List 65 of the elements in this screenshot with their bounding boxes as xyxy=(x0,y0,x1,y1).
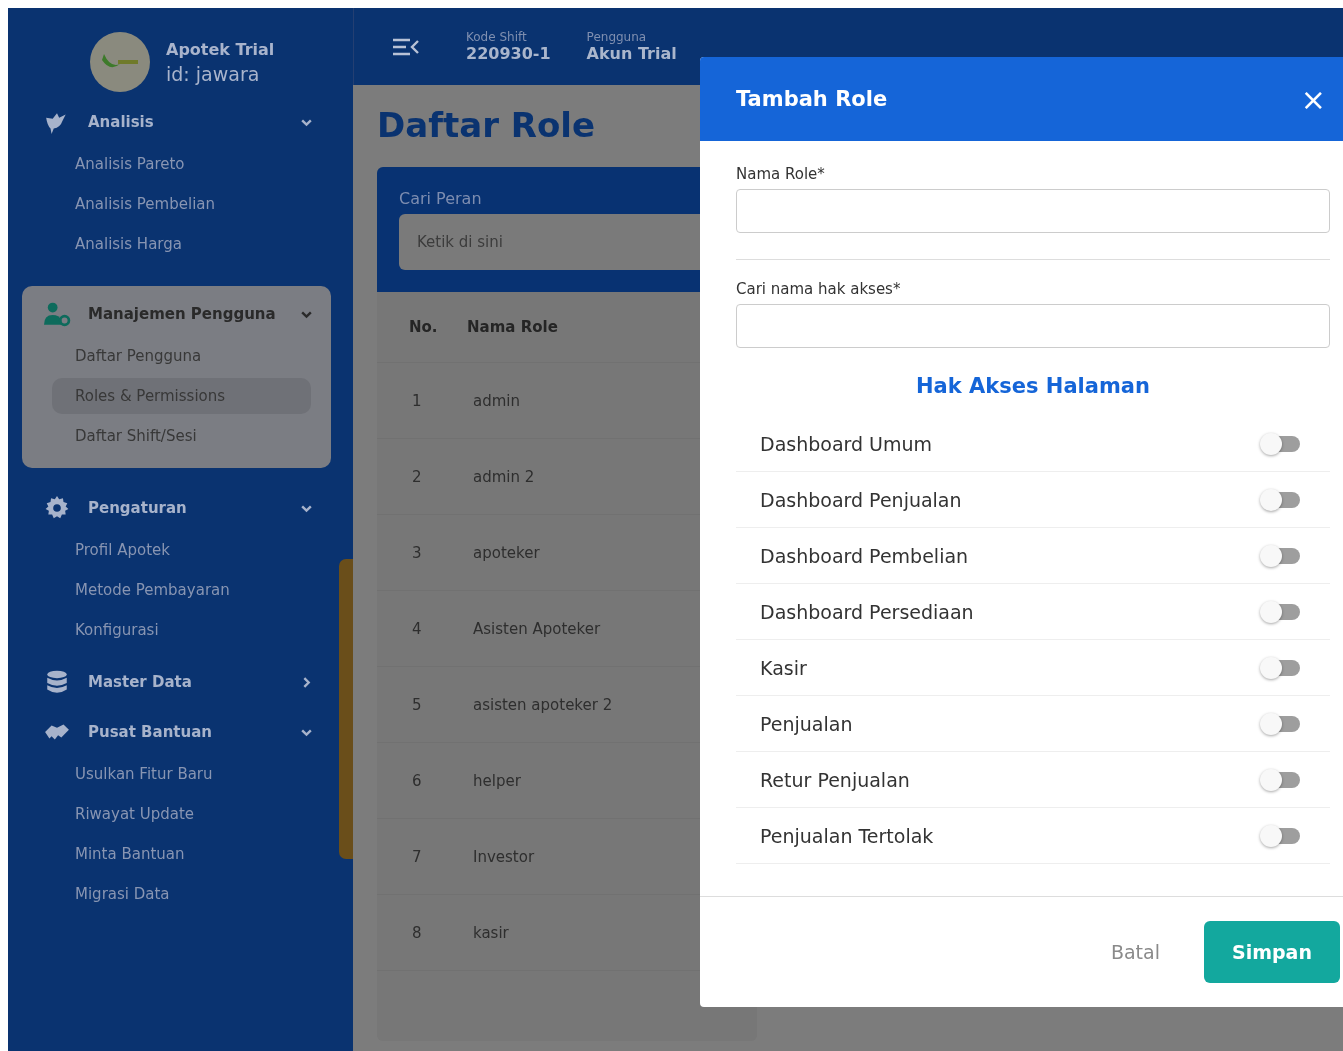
scrollbar[interactable] xyxy=(339,559,353,859)
sidebar-item[interactable]: Konfigurasi xyxy=(52,612,311,648)
sidebar-item[interactable]: Metode Pembayaran xyxy=(52,572,311,608)
permission-label: Retur Penjualan xyxy=(760,768,910,791)
menu-icon[interactable] xyxy=(392,36,420,57)
table-cell-text: 2 xyxy=(411,467,423,486)
header-label: Pengguna xyxy=(586,30,648,44)
permission-label: Dashboard Pembelian xyxy=(760,544,969,567)
header-value: Akun Trial xyxy=(586,44,677,63)
permission-label: Dashboard Umum xyxy=(760,432,933,455)
table-cell-text: 3 xyxy=(411,543,423,562)
close-button[interactable]: × xyxy=(1296,81,1330,117)
user-gear-icon xyxy=(42,301,72,327)
field-label: Nama Role* xyxy=(736,165,825,183)
save-button[interactable]: Simpan xyxy=(1204,921,1340,983)
sidebar-item[interactable]: Daftar Shift/Sesi xyxy=(52,418,311,454)
table-cell-text: 5 xyxy=(411,695,423,714)
store-id: id: jawara xyxy=(166,62,261,85)
page-title: Daftar Role xyxy=(377,105,596,145)
store-name: Apotek Trial xyxy=(166,39,275,59)
table-cell-text: 1 xyxy=(411,391,423,410)
logo-icon xyxy=(90,32,150,92)
sidebar-item[interactable]: Roles & Permissions xyxy=(52,378,311,414)
menu-group-header[interactable]: Manajemen Pengguna xyxy=(22,294,331,334)
modal-title: Tambah Role xyxy=(736,87,889,111)
table-cell-text: admin xyxy=(472,391,520,410)
section-title: Hak Akses Halaman xyxy=(916,374,1150,398)
sidebar-item[interactable]: Profil Apotek xyxy=(52,532,311,568)
sidebar-item[interactable]: Riwayat Update xyxy=(52,796,311,832)
menu-group-header[interactable]: Analisis xyxy=(22,102,331,142)
table-cell-text: kasir xyxy=(472,923,509,942)
field-label: Cari nama hak akses* xyxy=(736,280,901,298)
search-label: Cari Peran xyxy=(399,189,483,208)
menu-group-header[interactable]: Master Data xyxy=(22,662,331,702)
sidebar-item[interactable]: Migrasi Data xyxy=(52,876,311,912)
permission-label: Dashboard Persediaan xyxy=(760,600,974,623)
cancel-button[interactable]: Batal xyxy=(1106,933,1164,971)
sidebar-item[interactable]: Daftar Pengguna xyxy=(52,338,311,374)
table-cell-text: admin 2 xyxy=(472,467,535,486)
sidebar-item[interactable]: Analisis Pareto xyxy=(52,146,311,182)
table-cell-text: helper xyxy=(472,771,521,790)
table-cell-text: asisten apoteker 2 xyxy=(472,695,613,714)
input-field[interactable] xyxy=(736,189,1330,233)
table-cell-text: apoteker xyxy=(472,543,540,562)
table-cell-text: 4 xyxy=(411,619,423,638)
permission-label: Penjualan Tertolak xyxy=(760,824,934,847)
sidebar-item[interactable]: Analisis Harga xyxy=(52,226,311,262)
column-header: Nama Role xyxy=(467,318,558,336)
table-cell-text: Asisten Apoteker xyxy=(472,619,601,638)
permission-label: Kasir xyxy=(760,656,807,679)
header-label: Kode Shift xyxy=(466,30,528,44)
sidebar-item[interactable]: Minta Bantuan xyxy=(52,836,311,872)
menu-group-header[interactable]: Pengaturan xyxy=(22,488,331,528)
header-value: 220930-1 xyxy=(466,44,551,63)
table-cell-text: Investor xyxy=(472,847,535,866)
permission-label: Penjualan xyxy=(760,712,853,735)
sidebar-item[interactable]: Usulkan Fitur Baru xyxy=(52,756,311,792)
table-cell-text: 7 xyxy=(411,847,423,866)
menu-group-header[interactable]: Pusat Bantuan xyxy=(22,712,331,752)
sidebar-item[interactable]: Analisis Pembelian xyxy=(52,186,311,222)
column-header: No. xyxy=(408,318,439,336)
table-cell-text: 8 xyxy=(411,923,423,942)
permission-label: Dashboard Penjualan xyxy=(760,488,962,511)
table-cell-text: 6 xyxy=(411,771,423,790)
input-field[interactable] xyxy=(736,304,1330,348)
